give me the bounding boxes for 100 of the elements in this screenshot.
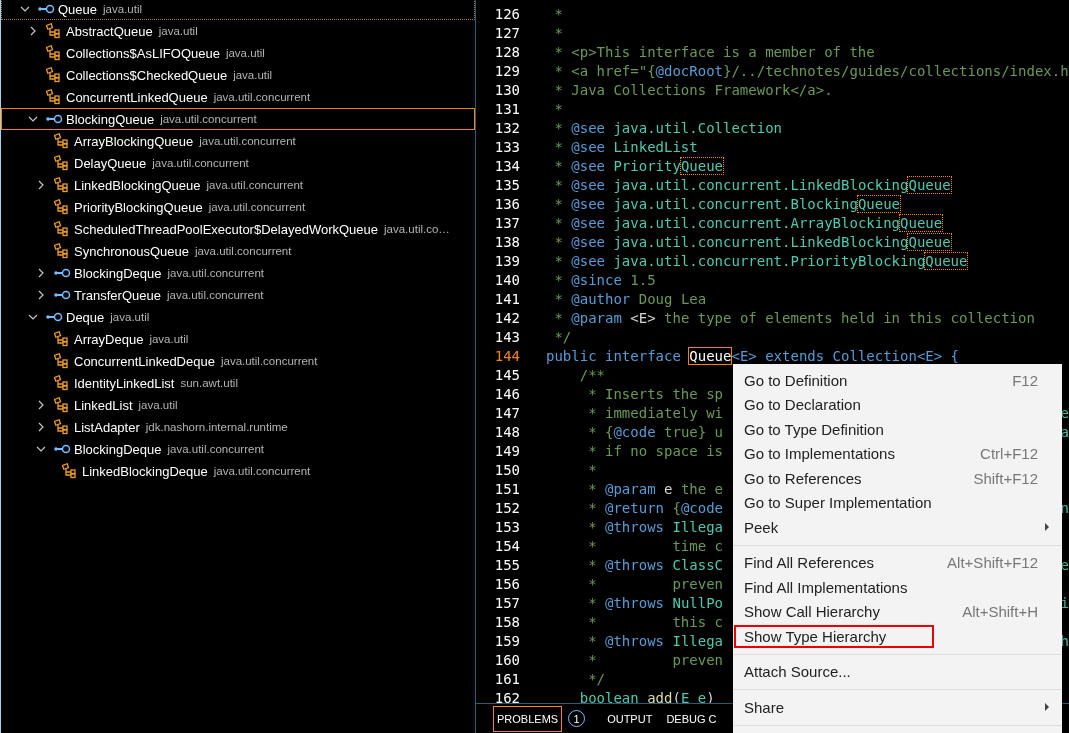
interface-icon [54, 268, 72, 278]
panel-tab[interactable]: DEBUG C [662, 705, 721, 732]
tree-item[interactable]: PriorityBlockingQueue java.util.concurrent [1, 196, 475, 218]
chevron-right-icon [28, 26, 38, 36]
line-number: 146 [493, 385, 520, 402]
package-name: java.util [103, 3, 143, 15]
package-name: java.util.concurrent [167, 443, 264, 455]
tree-item[interactable]: LinkedBlockingDeque java.util.concurrent [1, 460, 475, 482]
menu-item[interactable]: Go to Definition F12 [733, 368, 1062, 393]
tree-item[interactable]: ConcurrentLinkedDeque java.util.concurrent [1, 350, 475, 372]
chevron-down-icon [28, 312, 38, 322]
line-number: 147 [493, 404, 520, 421]
package-name: java.util [225, 47, 265, 59]
tree-item[interactable]: Collections$AsLIFOQueue java.util [1, 42, 475, 64]
tree-item[interactable]: ArrayDeque java.util [1, 328, 475, 350]
shortcut-text: Alt+Shift+F12 [947, 554, 1038, 572]
code-line: * @see LinkedList [553, 138, 698, 155]
class-icon [54, 177, 70, 193]
package-name: java.util [233, 69, 273, 81]
class-icon [54, 243, 70, 259]
menu-item[interactable]: Share [733, 695, 1062, 720]
menu-item[interactable]: Find All References Alt+Shift+F12 [733, 550, 1062, 575]
tree-item[interactable]: BlockingQueue java.util.concurrent [1, 108, 475, 130]
code-line: * time c [587, 537, 723, 554]
package-name: java.util.concurrent [213, 91, 311, 103]
line-number: 157 [493, 594, 520, 611]
package-name: sun.awt.util [180, 377, 238, 389]
interface-icon [46, 312, 64, 322]
tree-item[interactable]: DelayQueue java.util.concurrent [1, 152, 475, 174]
code-line: * if no space is [587, 442, 723, 459]
tree-item[interactable]: BlockingDeque java.util.concurrent [1, 438, 475, 460]
tree-item[interactable]: BlockingDeque java.util.concurrent [1, 262, 475, 284]
package-name: java.util.concurrent [194, 245, 292, 257]
code-line: * @param <E> the type of elements held in this collection [553, 309, 1035, 326]
class-icon [62, 463, 78, 479]
tree-item[interactable]: Queue java.util [1, 0, 475, 20]
line-number: 126 [493, 5, 520, 22]
line-number: 130 [493, 81, 520, 98]
tree-item[interactable]: AbstractQueue java.util [1, 20, 475, 42]
package-name: java.util [149, 333, 189, 345]
shortcut-text: Shift+F12 [973, 469, 1038, 487]
menu-item[interactable]: Go to Super Implementation [733, 490, 1062, 515]
tree-item[interactable]: ArrayBlockingQueue java.util.concurrent [1, 130, 475, 152]
tree-item[interactable]: IdentityLinkedList sun.awt.util [1, 372, 475, 394]
class-icon [46, 67, 62, 83]
line-number: 162 [493, 689, 520, 703]
menu-item[interactable]: Show Call Hierarchy Alt+Shift+H [733, 599, 1062, 624]
interface-icon [54, 444, 72, 454]
chevron-down-icon [36, 444, 46, 454]
package-name: java.util.co… [384, 223, 450, 235]
tree-item[interactable]: ConcurrentLinkedQueue java.util.concurrent [1, 86, 475, 108]
tree-item[interactable]: SynchronousQueue java.util.concurrent [1, 240, 475, 262]
package-name: java.util [110, 311, 150, 323]
code-line: * [553, 24, 563, 41]
class-icon [46, 89, 62, 105]
package-name: java.util.concurrent [199, 135, 296, 147]
menu-item[interactable]: Attach Source... [733, 659, 1062, 684]
code-line: * @param e the e [587, 480, 724, 497]
tree-item[interactable]: Collections$CheckedQueue java.util [1, 64, 475, 86]
class-icon [54, 221, 70, 237]
line-number: 137 [493, 214, 520, 231]
code-line: * @throws ClassC [587, 556, 724, 573]
tree-item[interactable]: ListAdapter jdk.nashorn.internal.runtime [1, 416, 475, 438]
code-line: */ [553, 328, 572, 345]
line-number: 127 [493, 24, 520, 41]
chevron-right-icon [36, 180, 46, 190]
chevron-right-icon [36, 400, 46, 410]
line-number: 142 [493, 309, 520, 326]
line-number: 128 [493, 43, 520, 60]
panel-tab[interactable]: OUTPUT [603, 705, 657, 732]
code-line: * @see java.util.concurrent.LinkedBlockingQueue [553, 176, 951, 193]
menu-item[interactable]: Show Type Hierarchy [733, 624, 935, 649]
code-line: * Java Collections Framework</a>. [553, 81, 833, 98]
interface-icon [46, 114, 64, 124]
menu-item[interactable]: Go to Declaration [733, 392, 1062, 417]
line-number: 133 [493, 138, 520, 155]
code-line: * [587, 461, 597, 478]
tree-item[interactable]: ScheduledThreadPoolExecutor$DelayedWorkQueue java.util.co… [1, 218, 475, 240]
menu-item[interactable]: Peek [733, 515, 1062, 540]
line-number: 129 [493, 62, 520, 79]
code-line: * @see java.util.concurrent.BlockingQueue [553, 195, 901, 212]
tree-item[interactable]: TransferQueue java.util.concurrent [1, 284, 475, 306]
tree-item[interactable]: LinkedList java.util [1, 394, 475, 416]
menu-item[interactable]: Go to Implementations Ctrl+F12 [733, 441, 1062, 466]
class-icon [46, 23, 62, 39]
package-name: java.util.concurrent [206, 179, 303, 191]
panel-tab[interactable]: PROBLEMS [493, 705, 563, 732]
code-line: /** [578, 366, 605, 383]
menu-item[interactable]: Go to Type Definition [733, 417, 1062, 442]
tree-item[interactable]: LinkedBlockingQueue java.util.concurrent [1, 174, 475, 196]
code-line: * @see java.util.Collection [553, 119, 783, 136]
menu-item[interactable]: Go to References Shift+F12 [733, 466, 1062, 491]
package-name: jdk.nashorn.internal.runtime [145, 421, 288, 433]
code-fragment: n [1060, 499, 1069, 516]
tree-item[interactable]: Deque java.util [1, 306, 475, 328]
package-name: java.util.concurrent [166, 289, 264, 301]
menu-item[interactable]: Find All Implementations [733, 575, 1062, 600]
line-number: 155 [493, 556, 520, 573]
code-line: * @return {@code [587, 499, 724, 516]
class-icon [54, 375, 70, 391]
